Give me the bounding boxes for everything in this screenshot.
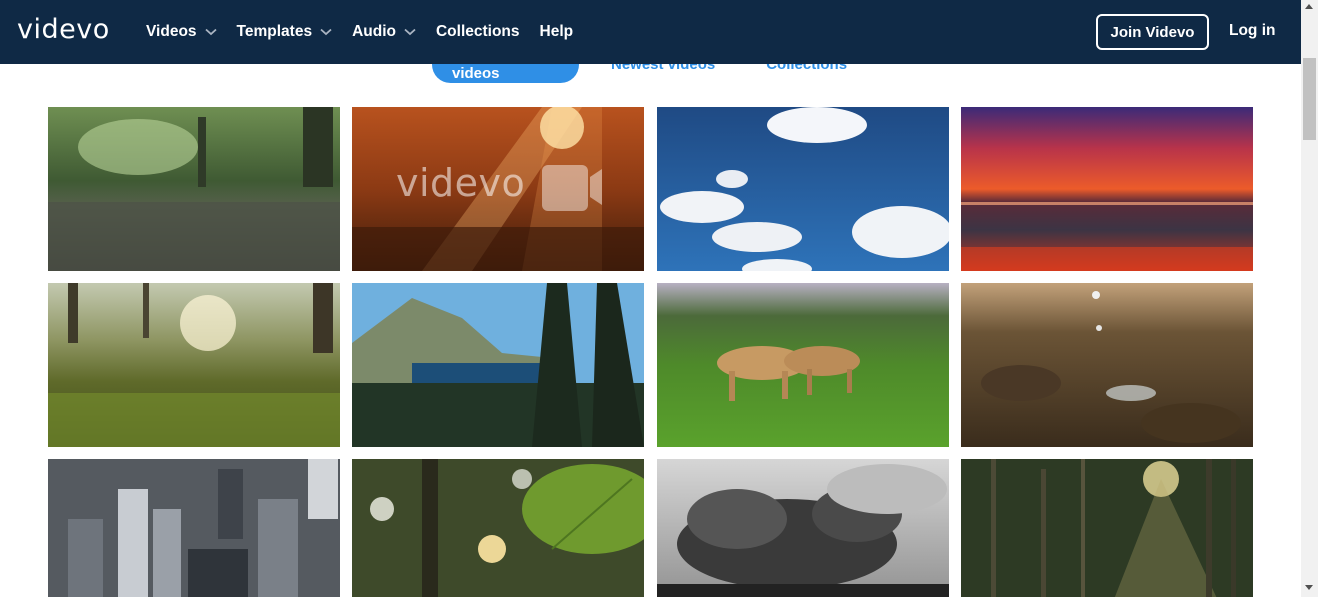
chevron-down-icon: [320, 28, 332, 36]
thumbnail-image: [48, 459, 340, 597]
nav-collections-label: Collections: [435, 23, 520, 40]
video-grid: videvo: [48, 107, 1253, 597]
nav-collections[interactable]: Collections: [436, 23, 520, 41]
page-scrollbar[interactable]: [1301, 0, 1318, 597]
scroll-up-arrow-icon[interactable]: [1305, 4, 1313, 9]
thumbnail-image: [657, 283, 949, 447]
thumbnail-image: [352, 283, 644, 447]
video-thumbnail-leaf-bokeh[interactable]: [352, 459, 644, 597]
video-thumbnail-forest-grass[interactable]: [48, 283, 340, 447]
thumbnail-image: [961, 283, 1253, 447]
main-nav: Videos Templates Audio Collections Help: [146, 0, 593, 64]
chevron-down-icon: [404, 28, 416, 36]
nav-audio-label: Audio: [352, 23, 396, 40]
video-thumbnail-city-aerial[interactable]: [48, 459, 340, 597]
chevron-down-icon: [204, 28, 217, 36]
watermark-text: videvo: [396, 161, 526, 205]
scroll-down-arrow-icon[interactable]: [1305, 585, 1313, 590]
nav-help[interactable]: Help: [540, 23, 574, 41]
thumbnail-image: [352, 459, 644, 597]
video-thumbnail-water-soil[interactable]: [961, 283, 1253, 447]
video-thumbnail-rain-forest[interactable]: [48, 107, 340, 271]
thumbnail-image: [48, 107, 340, 271]
video-thumbnail-pine-forest[interactable]: [961, 459, 1253, 597]
nav-templates[interactable]: Templates: [237, 23, 333, 41]
site-header: videvo Videos Templates Audio Collection…: [0, 0, 1301, 64]
thumbnail-image: [657, 107, 949, 271]
thumbnail-image: [961, 107, 1253, 271]
video-thumbnail-lionesses[interactable]: [657, 283, 949, 447]
nav-audio[interactable]: Audio: [352, 23, 416, 41]
thumbnail-image: [657, 459, 949, 597]
thumbnail-image: [961, 459, 1253, 597]
join-button[interactable]: Join Videvo: [1096, 14, 1209, 50]
nav-templates-label: Templates: [236, 23, 313, 40]
nav-videos[interactable]: Videos: [146, 23, 217, 41]
videvo-logo[interactable]: videvo: [17, 14, 110, 45]
login-link[interactable]: Log in: [1229, 22, 1276, 40]
nav-help-label: Help: [539, 23, 574, 40]
video-thumbnail-storm-clouds[interactable]: [657, 459, 949, 597]
video-thumbnail-mountain-lake[interactable]: [352, 283, 644, 447]
video-thumbnail-red-sunset[interactable]: [961, 107, 1253, 271]
scroll-thumb[interactable]: [1303, 58, 1316, 140]
nav-videos-label: Videos: [146, 23, 197, 40]
video-thumbnail-sunrays-forest[interactable]: videvo: [352, 107, 644, 271]
video-thumbnail-blue-sky[interactable]: [657, 107, 949, 271]
thumbnail-image: [48, 283, 340, 447]
